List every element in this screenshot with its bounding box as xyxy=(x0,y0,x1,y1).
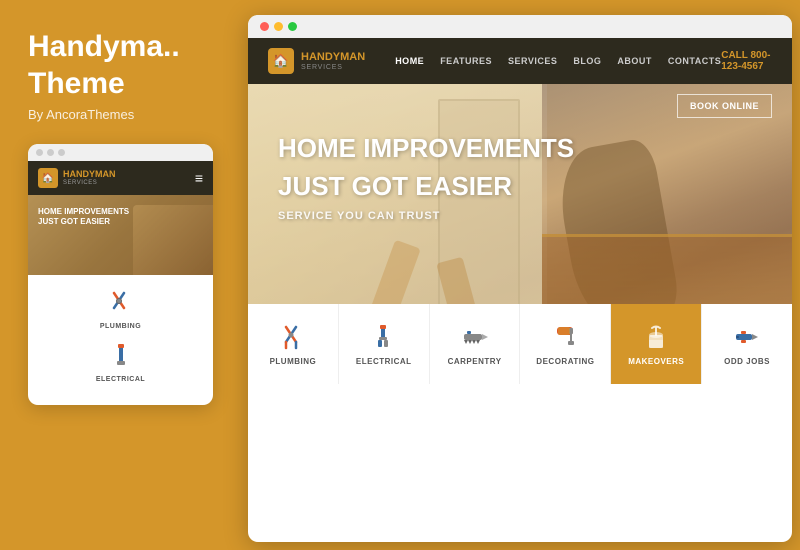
makeovers-label: MAKEOVERS xyxy=(628,357,684,366)
theme-by: By AncoraThemes xyxy=(28,107,228,122)
nav-link-features[interactable]: FEATURES xyxy=(440,56,492,66)
nav-link-home[interactable]: HOME xyxy=(395,56,424,66)
desktop-mockup: 🏠 HANDYMAN SERVICES HOME FEATURES SERVIC… xyxy=(248,15,792,542)
nav-link-blog[interactable]: BLOG xyxy=(573,56,601,66)
desktop-logo-icon: 🏠 xyxy=(268,48,294,74)
service-decorating[interactable]: DECORATING xyxy=(520,304,611,384)
electrical-icon xyxy=(370,323,398,351)
service-makeovers[interactable]: MAKEOVERS xyxy=(611,304,702,384)
mobile-services: PLUMBING ELECTRICAL xyxy=(28,275,213,405)
hero-headline-line1: HOME IMPROVEMENTS xyxy=(278,134,574,164)
service-odd-jobs[interactable]: ODD JOBS xyxy=(702,304,792,384)
desktop-nav: 🏠 HANDYMAN SERVICES HOME FEATURES SERVIC… xyxy=(248,38,792,84)
desktop-hero: BOOK ONLINE HOME IMPROVEMENTS JUST GOT E… xyxy=(248,84,792,384)
mobile-logo-icon: 🏠 xyxy=(38,168,58,188)
mobile-hero-text: HOME IMPROVEMENTS JUST GOT EASIER xyxy=(38,207,203,228)
desktop-logo: 🏠 HANDYMAN SERVICES xyxy=(268,48,365,74)
mobile-hero: HOME IMPROVEMENTS JUST GOT EASIER xyxy=(28,195,213,275)
hero-headline-line2: JUST GOT EASIER xyxy=(278,172,574,202)
mobile-dot-1 xyxy=(36,149,43,156)
theme-title-line2: Theme xyxy=(28,69,228,99)
decorating-label: DECORATING xyxy=(536,357,594,366)
hero-subline: SERVICE YOU CAN TRUST xyxy=(278,210,574,222)
mobile-logo: 🏠 HANDYMAN SERVICES xyxy=(38,168,116,188)
theme-title-line1: Handyma.. xyxy=(28,30,228,63)
window-dot-green xyxy=(288,22,297,31)
carpentry-icon xyxy=(461,323,489,351)
mobile-title-bar xyxy=(28,144,213,161)
mobile-dot-2 xyxy=(47,149,54,156)
plumbing-label: PLUMBING xyxy=(270,357,317,366)
window-dot-yellow xyxy=(274,22,283,31)
nav-link-contacts[interactable]: CONTACTS xyxy=(668,56,721,66)
mobile-electrical-icon xyxy=(105,340,137,372)
desktop-logo-text: HANDYMAN SERVICES xyxy=(301,51,365,70)
electrical-label: ELECTRICAL xyxy=(356,357,412,366)
mobile-plumbing-icon xyxy=(105,287,137,319)
mobile-logo-text: HANDYMAN SERVICES xyxy=(63,170,116,186)
nav-link-services[interactable]: SERVICES xyxy=(508,56,557,66)
desktop-nav-links: HOME FEATURES SERVICES BLOG ABOUT CONTAC… xyxy=(395,56,721,66)
services-bar: PLUMBING ELECTRICAL xyxy=(248,304,792,384)
window-dot-red xyxy=(260,22,269,31)
nav-link-about[interactable]: ABOUT xyxy=(617,56,652,66)
mobile-service-electrical: ELECTRICAL xyxy=(38,340,203,383)
odd-jobs-icon xyxy=(733,323,761,351)
desktop-nav-call: CALL 800-123-4567 xyxy=(721,50,772,72)
decorating-icon xyxy=(551,323,579,351)
service-plumbing[interactable]: PLUMBING xyxy=(248,304,339,384)
mobile-mockup: 🏠 HANDYMAN SERVICES ≡ HOME IMPROVEMENTS … xyxy=(28,144,213,405)
service-carpentry[interactable]: CARPENTRY xyxy=(430,304,521,384)
makeovers-icon xyxy=(642,323,670,351)
mobile-dot-3 xyxy=(58,149,65,156)
carpentry-label: CARPENTRY xyxy=(448,357,502,366)
mobile-service-plumbing: PLUMBING xyxy=(38,287,203,330)
service-electrical[interactable]: ELECTRICAL xyxy=(339,304,430,384)
mobile-hamburger-icon[interactable]: ≡ xyxy=(195,170,203,186)
mobile-header: 🏠 HANDYMAN SERVICES ≡ xyxy=(28,161,213,195)
book-online-button[interactable]: BOOK ONLINE xyxy=(677,94,772,118)
desktop-title-bar xyxy=(248,15,792,38)
plumbing-icon xyxy=(279,323,307,351)
desktop-hero-content: HOME IMPROVEMENTS JUST GOT EASIER SERVIC… xyxy=(278,134,574,222)
left-panel: Handyma.. Theme By AncoraThemes 🏠 HANDYM… xyxy=(0,0,248,550)
odd-jobs-label: ODD JOBS xyxy=(724,357,770,366)
